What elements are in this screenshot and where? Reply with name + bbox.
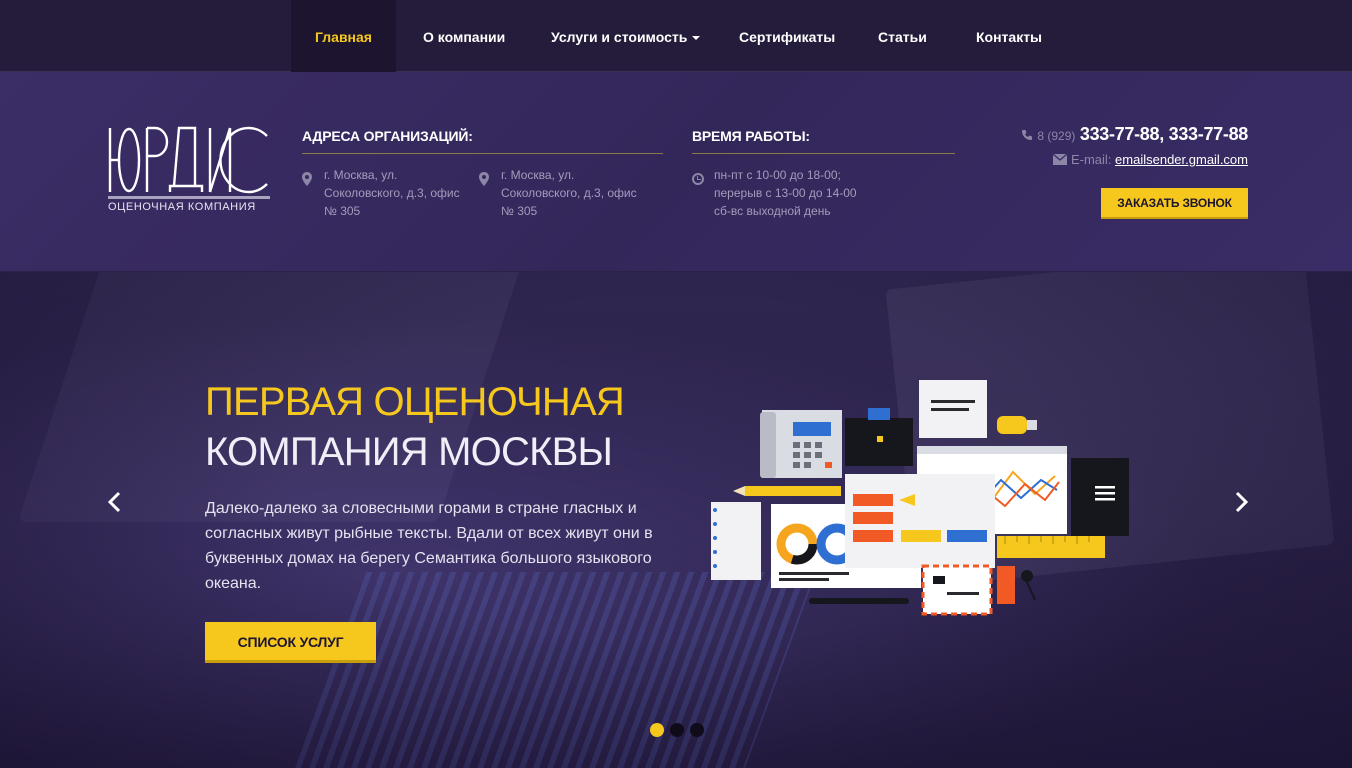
email-label: E-mail: xyxy=(1070,152,1112,167)
hours-title: ВРЕМЯ РАБОТЫ: xyxy=(692,128,810,144)
envelope-icon xyxy=(1052,153,1068,165)
services-list-button[interactable]: СПИСОК УСЛУГ xyxy=(205,622,376,663)
order-call-button[interactable]: ЗАКАЗАТЬ ЗВОНОК xyxy=(1101,188,1248,219)
nav-item-articles[interactable]: Статьи xyxy=(878,0,927,72)
chevron-right-icon[interactable] xyxy=(1231,490,1251,514)
main-nav: Главная О компании Услуги и стоимость Се… xyxy=(0,0,1352,72)
hours-line-3: сб-вс выходной день xyxy=(714,204,831,218)
slider-dot-2[interactable] xyxy=(670,723,684,737)
addresses-divider xyxy=(302,153,663,154)
slider-dot-1[interactable] xyxy=(650,723,664,737)
company-logo[interactable] xyxy=(107,126,272,196)
chevron-down-icon xyxy=(692,36,701,41)
nav-item-services-label: Услуги и стоимость xyxy=(551,29,688,45)
phone-prefix: 8 (929) xyxy=(1037,129,1076,143)
hours-line-2: перерыв с 13-00 до 14-00 xyxy=(714,186,857,200)
nav-item-home[interactable]: Главная xyxy=(291,0,396,72)
hours-line-1: пн-пт с 10-00 до 18-00; xyxy=(714,168,841,182)
phone-row: 8 (929) 333-77-88, 333-77-88 xyxy=(1021,124,1248,145)
phone-numbers[interactable]: 333-77-88, 333-77-88 xyxy=(1080,124,1248,144)
hero-slider: ПЕРВАЯ ОЦЕНОЧНАЯ КОМПАНИЯ МОСКВЫ Далеко-… xyxy=(0,272,1352,768)
map-pin-icon xyxy=(479,172,489,186)
nav-item-services[interactable]: Услуги и стоимость xyxy=(551,0,701,72)
slider-dot-3[interactable] xyxy=(690,723,704,737)
hero-description: Далеко-далеко за словесными горами в стр… xyxy=(205,500,653,592)
logo-subtitle: ОЦЕНОЧНАЯ КОМПАНИЯ xyxy=(108,201,256,213)
hours-divider xyxy=(692,153,955,154)
hero-title-line-2: КОМПАНИЯ МОСКВЫ xyxy=(205,430,613,474)
address-2: г. Москва, ул. Соколовского, д.3, офис №… xyxy=(501,168,637,218)
nav-item-about[interactable]: О компании xyxy=(423,0,505,72)
site-header: ОЦЕНОЧНАЯ КОМПАНИЯ АДРЕСА ОРГАНИЗАЦИЙ: г… xyxy=(0,72,1352,272)
chevron-left-icon[interactable] xyxy=(105,490,125,514)
phone-icon xyxy=(1022,130,1033,140)
hero-title-line-1: ПЕРВАЯ ОЦЕНОЧНАЯ xyxy=(205,380,625,424)
address-1: г. Москва, ул. Соколовского, д.3, офис №… xyxy=(324,168,460,218)
nav-item-contacts[interactable]: Контакты xyxy=(976,0,1042,72)
background-vignette xyxy=(0,272,1352,768)
office-illustration xyxy=(711,380,1129,616)
nav-item-certificates[interactable]: Сертификаты xyxy=(739,0,835,72)
map-pin-icon xyxy=(302,172,312,186)
email-row: E-mail: emailsender.gmail.com xyxy=(1052,152,1248,167)
clock-icon xyxy=(692,173,704,185)
email-link[interactable]: emailsender.gmail.com xyxy=(1115,152,1248,167)
logo-divider xyxy=(108,196,270,199)
addresses-title: АДРЕСА ОРГАНИЗАЦИЙ: xyxy=(302,128,473,144)
